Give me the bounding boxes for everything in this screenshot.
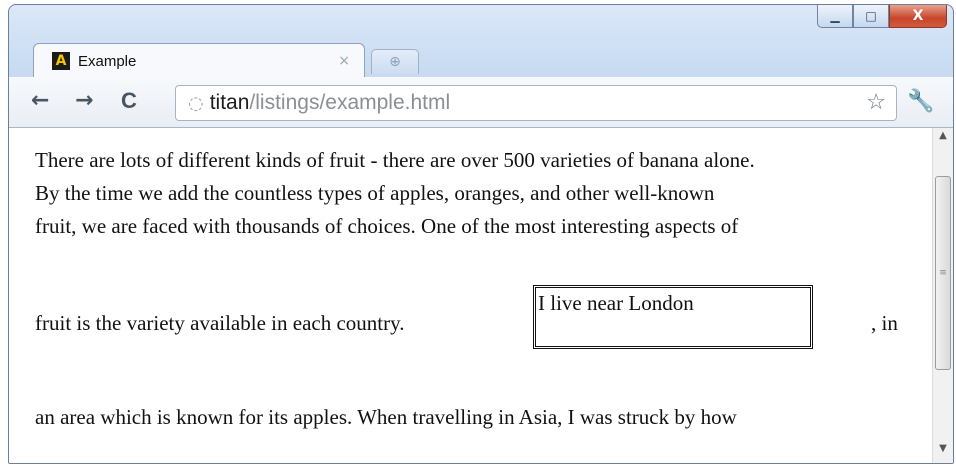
bordered-inline-block: I live near London — [533, 285, 813, 349]
minimize-button[interactable]: ▁ — [817, 5, 853, 28]
page-viewport: There are lots of different kinds of fru… — [9, 128, 953, 463]
paragraph-text: , in — [871, 311, 898, 335]
paragraph-line: an area which is known for its apples. W… — [35, 405, 737, 429]
url-host: titan — [209, 91, 250, 114]
tab-title: Example — [78, 52, 137, 70]
paragraph-text: fruit is the variety available in each c… — [35, 311, 405, 335]
paragraph-line: There are lots of different kinds of fru… — [35, 148, 755, 172]
tab-close-icon[interactable]: × — [338, 53, 350, 69]
vertical-scrollbar[interactable]: ▲ ≡ ▼ — [932, 128, 953, 463]
paragraph-line: By the time we add the countless types o… — [35, 181, 715, 205]
toolbar: ← → C ◌ titan/listings/example.html ☆ 🔧 — [9, 77, 953, 128]
page-info-icon[interactable]: ◌ — [188, 93, 204, 114]
tab-example[interactable]: A Example × — [33, 43, 365, 78]
paragraph-line: fruit, we are faced with thousands of ch… — [35, 214, 739, 238]
maximize-button[interactable]: □ — [853, 5, 889, 28]
browser-window: ▁ □ X A Example × ⊕ ← → C ◌ titan/listin… — [8, 4, 954, 464]
scroll-up-arrow-icon[interactable]: ▲ — [933, 130, 953, 148]
address-bar[interactable]: ◌ titan/listings/example.html ☆ — [175, 85, 897, 121]
wrench-menu-icon[interactable]: 🔧 — [907, 89, 934, 114]
new-tab-button[interactable]: ⊕ — [371, 49, 419, 74]
reload-icon[interactable]: C — [121, 89, 137, 113]
scroll-down-arrow-icon[interactable]: ▼ — [933, 443, 953, 461]
url-text[interactable]: titan/listings/example.html — [210, 91, 450, 115]
inline-row: fruit is the variety available in each c… — [35, 285, 915, 367]
forward-arrow-icon[interactable]: → — [75, 89, 93, 113]
url-path: /listings/example.html — [249, 91, 451, 114]
window-caption-buttons: ▁ □ X — [817, 5, 947, 31]
new-tab-icon: ⊕ — [389, 54, 401, 70]
favicon-icon: A — [52, 52, 70, 70]
page-content: There are lots of different kinds of fru… — [35, 144, 915, 434]
scrollbar-thumb[interactable]: ≡ — [935, 176, 951, 370]
bookmark-star-icon[interactable]: ☆ — [866, 90, 886, 115]
back-arrow-icon[interactable]: ← — [31, 89, 49, 113]
close-window-button[interactable]: X — [889, 5, 947, 28]
